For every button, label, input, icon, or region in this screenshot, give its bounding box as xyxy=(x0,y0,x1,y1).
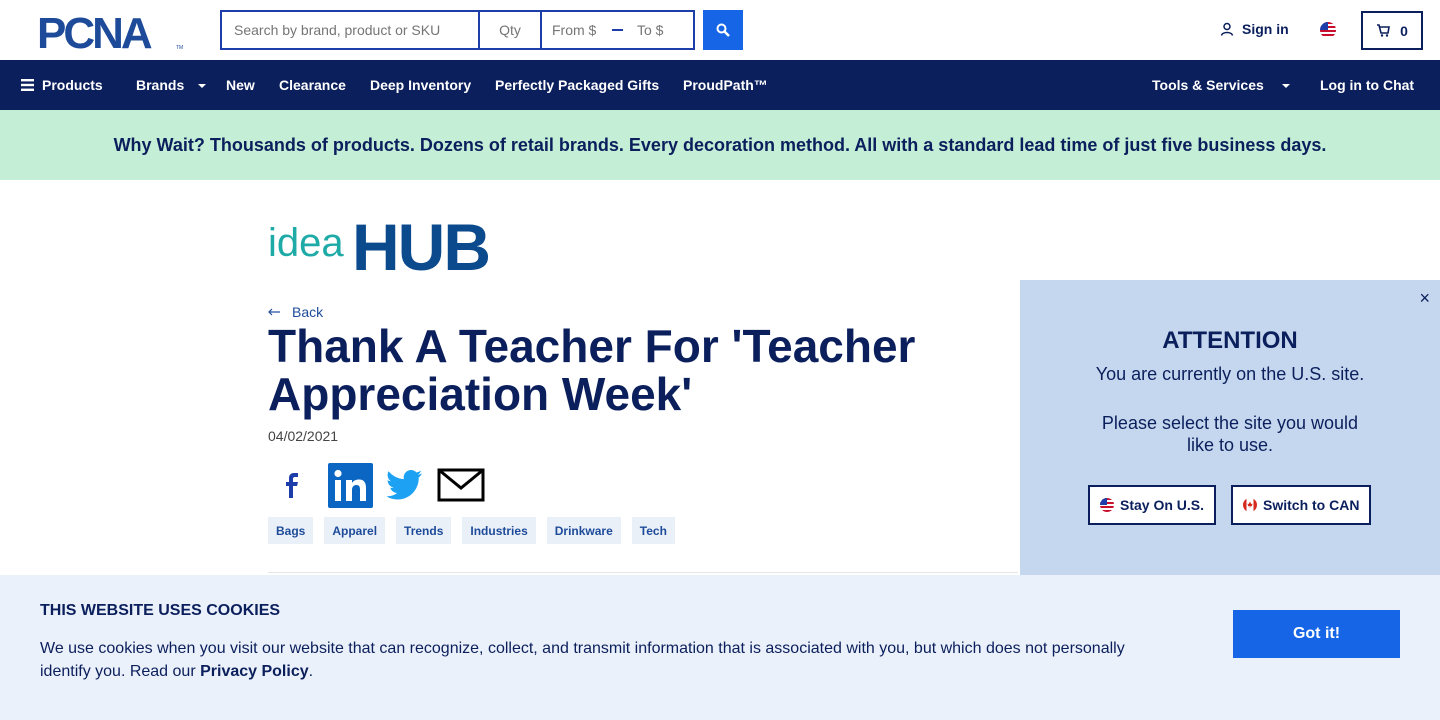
chat-login-link[interactable]: Log in to Chat xyxy=(1320,60,1414,110)
chevron-down-icon xyxy=(198,84,207,88)
popup-heading: ATTENTION xyxy=(1162,327,1298,354)
nav-proudpath-label: ProudPath™ xyxy=(683,77,768,93)
share-links xyxy=(268,462,485,508)
top-header: PCNA TM Sign in 0 xyxy=(0,0,1440,60)
tag-apparel[interactable]: Apparel xyxy=(324,517,386,544)
back-link[interactable]: Back xyxy=(268,304,323,320)
sign-in-label: Sign in xyxy=(1242,21,1289,37)
stay-us-label: Stay On U.S. xyxy=(1120,497,1205,513)
back-label: Back xyxy=(292,304,324,320)
nav-gifts[interactable]: Perfectly Packaged Gifts xyxy=(495,60,659,110)
user-icon xyxy=(1220,22,1234,36)
nav-deep-inventory-label: Deep Inventory xyxy=(370,77,472,93)
tag-drinkware[interactable]: Drinkware xyxy=(546,517,621,544)
chevron-down-icon xyxy=(1281,84,1290,88)
cart-button[interactable]: 0 xyxy=(1361,11,1423,50)
svg-text:idea: idea xyxy=(268,221,344,265)
article-date: 04/02/2021 xyxy=(268,428,339,444)
popup-current-site-text: You are currently on the U.S. site. xyxy=(1095,364,1365,384)
nav-products[interactable]: Products xyxy=(21,60,103,110)
nav-clearance[interactable]: Clearance xyxy=(279,60,346,110)
nav-gifts-label: Perfectly Packaged Gifts xyxy=(495,77,660,93)
cart-count: 0 xyxy=(1400,22,1408,39)
arrow-left-icon xyxy=(268,308,280,316)
privacy-policy-link[interactable]: Privacy Policy xyxy=(200,663,309,680)
nav-new-label: New xyxy=(226,77,255,93)
facebook-icon[interactable] xyxy=(268,462,314,508)
chat-login-label: Log in to Chat xyxy=(1320,77,1415,93)
sign-in-link[interactable]: Sign in xyxy=(1220,21,1289,37)
got-it-button[interactable]: Got it! xyxy=(1233,610,1400,658)
cookie-text: We use cookies when you visit our websit… xyxy=(40,637,1160,683)
search-icon xyxy=(716,23,730,37)
content-divider xyxy=(268,572,1018,573)
nav-brands[interactable]: Brands xyxy=(136,60,207,110)
svg-text:PCNA: PCNA xyxy=(37,12,152,50)
switch-can-button[interactable]: Switch to CAN xyxy=(1231,485,1372,525)
price-range xyxy=(540,10,695,50)
close-icon[interactable]: × xyxy=(1419,288,1430,309)
main-nav: Products Brands New Clearance Deep Inven… xyxy=(0,60,1440,110)
tag-industries[interactable]: Industries xyxy=(462,517,536,544)
tag-list: Bags Apparel Trends Industries Drinkware… xyxy=(268,517,675,544)
nav-brands-label: Brands xyxy=(136,77,185,93)
linkedin-icon[interactable] xyxy=(328,462,373,508)
cookie-banner: THIS WEBSITE USES COOKIES We use cookies… xyxy=(0,575,1440,720)
nav-tools-services[interactable]: Tools & Services xyxy=(1152,60,1290,110)
nav-new[interactable]: New xyxy=(226,60,255,110)
nav-clearance-label: Clearance xyxy=(279,77,346,93)
search-button[interactable] xyxy=(703,10,743,50)
nav-products-label: Products xyxy=(42,77,103,93)
svg-text:TM: TM xyxy=(176,45,183,50)
stay-us-button[interactable]: Stay On U.S. xyxy=(1088,485,1217,525)
promo-text: Why Wait? Thousands of products. Dozens … xyxy=(113,134,1327,155)
price-from-input[interactable] xyxy=(542,12,608,48)
article-title: Thank A Teacher For 'Teacher Appreciatio… xyxy=(268,320,916,420)
twitter-icon[interactable] xyxy=(387,470,423,500)
canada-flag-icon xyxy=(1243,498,1257,512)
us-flag-icon[interactable] xyxy=(1320,22,1336,38)
ideahub-logo: idea HUB xyxy=(268,212,491,276)
popup-select-text: Please select the site you would like to… xyxy=(1101,413,1359,455)
svg-text:HUB: HUB xyxy=(352,212,489,276)
tag-tech[interactable]: Tech xyxy=(631,517,675,544)
menu-icon xyxy=(21,79,34,91)
qty-input[interactable] xyxy=(478,10,540,50)
cart-icon xyxy=(1377,24,1391,37)
us-flag-icon xyxy=(1100,498,1114,512)
tag-bags[interactable]: Bags xyxy=(268,517,314,544)
tag-trends[interactable]: Trends xyxy=(396,517,452,544)
price-to-input[interactable] xyxy=(627,12,693,48)
range-dash xyxy=(612,29,623,31)
cookie-heading: THIS WEBSITE USES COOKIES xyxy=(40,602,281,619)
cookie-end: . xyxy=(308,663,314,680)
promo-banner: Why Wait? Thousands of products. Dozens … xyxy=(0,110,1440,180)
nav-tools-label: Tools & Services xyxy=(1152,77,1264,93)
site-select-popup: × ATTENTION You are currently on the U.S… xyxy=(1020,280,1440,575)
nav-deep-inventory[interactable]: Deep Inventory xyxy=(370,60,471,110)
search-bar xyxy=(220,10,695,50)
switch-can-label: Switch to CAN xyxy=(1263,497,1360,513)
pcna-logo[interactable]: PCNA TM xyxy=(37,12,185,50)
email-icon[interactable] xyxy=(437,468,485,502)
nav-proudpath[interactable]: ProudPath™ xyxy=(683,60,768,110)
search-input[interactable] xyxy=(220,10,478,50)
